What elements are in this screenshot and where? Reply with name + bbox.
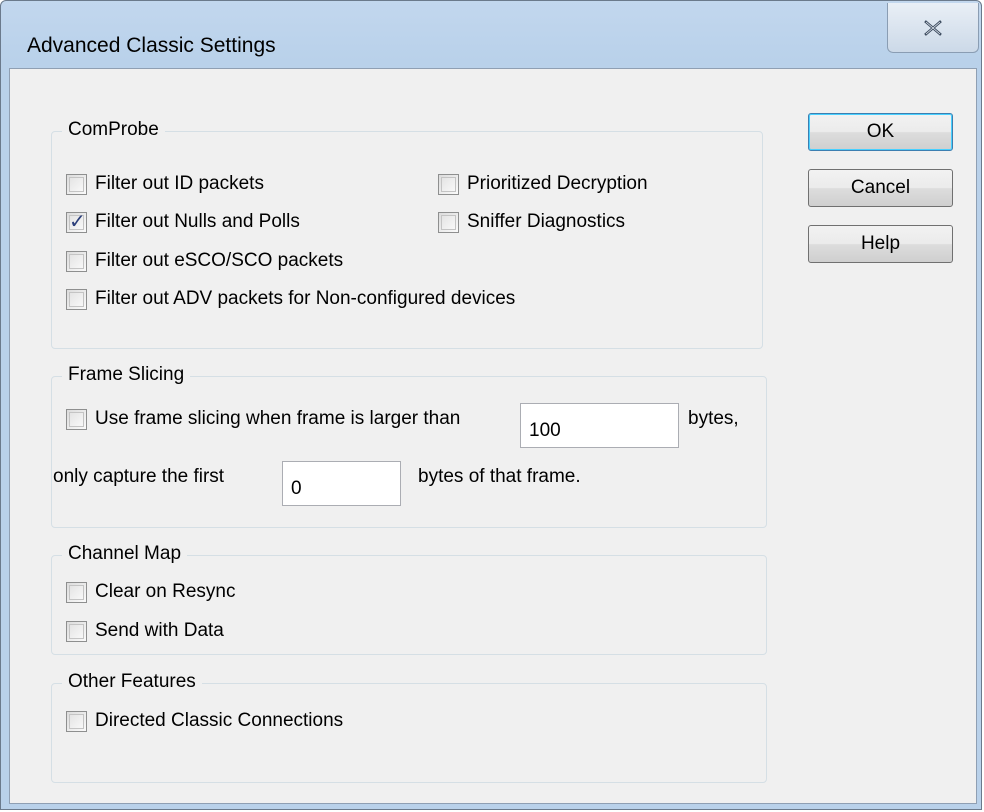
help-button[interactable]: Help bbox=[808, 225, 953, 263]
checkbox-label: Directed Classic Connections bbox=[95, 710, 344, 731]
checkbox-label: Filter out eSCO/SCO packets bbox=[95, 250, 344, 271]
bytes-of-frame-label: bytes of that frame. bbox=[418, 466, 581, 487]
channel-map-group: Channel Map Clear on Resync Send with Da… bbox=[51, 542, 767, 655]
capture-first-label: only capture the first bbox=[53, 466, 225, 487]
checkbox-box bbox=[438, 173, 459, 195]
checkbox-box bbox=[66, 173, 87, 195]
checkbox-box bbox=[66, 250, 87, 272]
checkbox-box bbox=[66, 288, 87, 310]
channel-map-legend: Channel Map bbox=[62, 542, 188, 566]
checkbox-label: Filter out ADV packets for Non-configure… bbox=[95, 288, 516, 309]
filter-adv-packets-checkbox[interactable]: Filter out ADV packets for Non-configure… bbox=[66, 287, 515, 311]
capture-first-bytes-input[interactable] bbox=[282, 461, 401, 506]
window-title: Advanced Classic Settings bbox=[27, 34, 276, 57]
directed-classic-connections-checkbox[interactable]: Directed Classic Connections bbox=[66, 709, 343, 733]
dialog-client-area: ComProbe Filter out ID packets Filter ou… bbox=[9, 68, 977, 804]
dialog-window: Advanced Classic Settings ComProbe Filte… bbox=[0, 0, 982, 810]
checkbox-box bbox=[66, 620, 87, 642]
checkbox-label: Prioritized Decryption bbox=[467, 173, 648, 194]
send-with-data-checkbox[interactable]: Send with Data bbox=[66, 619, 224, 643]
clear-on-resync-checkbox[interactable]: Clear on Resync bbox=[66, 580, 235, 604]
filter-id-packets-checkbox[interactable]: Filter out ID packets bbox=[66, 172, 264, 196]
comprobe-legend: ComProbe bbox=[62, 118, 165, 142]
filter-nulls-polls-checkbox[interactable]: Filter out Nulls and Polls bbox=[66, 210, 300, 234]
checkbox-label: Filter out ID packets bbox=[95, 173, 264, 194]
filter-esco-sco-checkbox[interactable]: Filter out eSCO/SCO packets bbox=[66, 249, 343, 273]
checkbox-box bbox=[66, 581, 87, 603]
prioritized-decryption-checkbox[interactable]: Prioritized Decryption bbox=[438, 172, 648, 196]
other-features-legend: Other Features bbox=[62, 670, 202, 694]
ok-button[interactable]: OK bbox=[808, 113, 953, 151]
checkbox-box bbox=[66, 408, 87, 430]
checkbox-label: Filter out Nulls and Polls bbox=[95, 211, 300, 232]
frame-slicing-group: Frame Slicing Use frame slicing when fra… bbox=[51, 363, 767, 528]
larger-than-bytes-input[interactable] bbox=[520, 403, 679, 448]
cancel-button[interactable]: Cancel bbox=[808, 169, 953, 207]
checkbox-label: Send with Data bbox=[95, 620, 224, 641]
sniffer-diagnostics-checkbox[interactable]: Sniffer Diagnostics bbox=[438, 210, 625, 234]
use-frame-slicing-checkbox[interactable]: Use frame slicing when frame is larger t… bbox=[66, 407, 460, 431]
close-x-icon bbox=[924, 19, 942, 36]
checkbox-label: Use frame slicing when frame is larger t… bbox=[95, 408, 461, 429]
other-features-group: Other Features Directed Classic Connecti… bbox=[51, 670, 767, 783]
frame-slicing-legend: Frame Slicing bbox=[62, 363, 191, 387]
checkbox-box bbox=[438, 211, 459, 233]
comprobe-group: ComProbe Filter out ID packets Filter ou… bbox=[51, 118, 763, 349]
checkbox-box-checked bbox=[66, 210, 87, 234]
checkbox-label: Clear on Resync bbox=[95, 581, 236, 602]
bytes-label: bytes, bbox=[688, 408, 739, 429]
checkbox-box bbox=[66, 710, 87, 732]
checkbox-label: Sniffer Diagnostics bbox=[467, 211, 626, 232]
close-button[interactable] bbox=[887, 3, 979, 53]
